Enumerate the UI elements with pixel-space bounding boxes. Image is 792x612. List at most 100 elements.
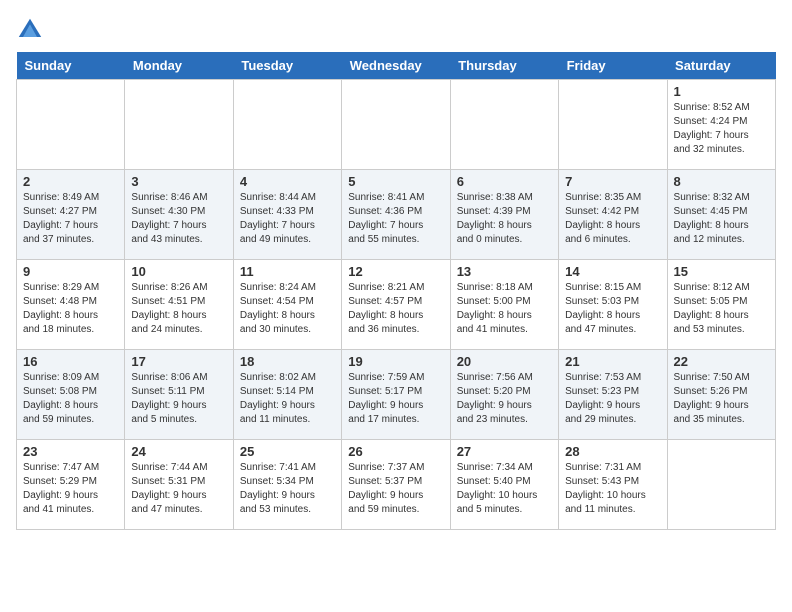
day-header-wednesday: Wednesday <box>342 52 450 80</box>
day-number: 14 <box>565 264 660 279</box>
day-header-thursday: Thursday <box>450 52 558 80</box>
calendar-cell <box>125 80 233 170</box>
day-number: 27 <box>457 444 552 459</box>
day-header-saturday: Saturday <box>667 52 775 80</box>
calendar-cell: 9 Sunrise: 8:29 AM Sunset: 4:48 PM Daylig… <box>17 260 125 350</box>
day-number: 2 <box>23 174 118 189</box>
day-number: 3 <box>131 174 226 189</box>
calendar-cell: 21Sunrise: 7:53 AM Sunset: 5:23 PM Dayli… <box>559 350 667 440</box>
calendar-cell: 20 Sunrise: 7:56 AM Sunset: 5:20 PM Dayli… <box>450 350 558 440</box>
day-header-sunday: Sunday <box>17 52 125 80</box>
day-info: Sunrise: 8:32 AM Sunset: 4:45 PM Dayligh… <box>674 191 769 247</box>
calendar-cell: 14Sunrise: 8:15 AM Sunset: 5:03 PM Dayli… <box>559 260 667 350</box>
day-number: 8 <box>674 174 769 189</box>
day-header-tuesday: Tuesday <box>233 52 341 80</box>
calendar-header-row: SundayMondayTuesdayWednesdayThursdayFrid… <box>17 52 776 80</box>
day-info: Sunrise: 7:56 AM Sunset: 5:20 PM Dayligh… <box>457 371 552 427</box>
day-number: 1 <box>674 84 769 99</box>
calendar-cell: 18 Sunrise: 8:02 AM Sunset: 5:14 PM Dayli… <box>233 350 341 440</box>
logo <box>16 16 48 44</box>
calendar-cell: 28 Sunrise: 7:31 AM Sunset: 5:43 PM Dayli… <box>559 440 667 530</box>
calendar-week-4: 16 Sunrise: 8:09 AM Sunset: 5:08 PM Dayli… <box>17 350 776 440</box>
calendar-cell: 5 Sunrise: 8:41 AM Sunset: 4:36 PM Daylig… <box>342 170 450 260</box>
day-info: Sunrise: 8:49 AM Sunset: 4:27 PM Dayligh… <box>23 191 118 247</box>
calendar-cell: 11 Sunrise: 8:24 AM Sunset: 4:54 PM Dayli… <box>233 260 341 350</box>
day-info: Sunrise: 7:53 AM Sunset: 5:23 PM Dayligh… <box>565 371 660 427</box>
day-number: 15 <box>674 264 769 279</box>
calendar-week-1: 1 Sunrise: 8:52 AM Sunset: 4:24 PM Daylig… <box>17 80 776 170</box>
day-info: Sunrise: 8:21 AM Sunset: 4:57 PM Dayligh… <box>348 281 443 337</box>
day-info: Sunrise: 8:06 AM Sunset: 5:11 PM Dayligh… <box>131 371 226 427</box>
day-info: Sunrise: 7:41 AM Sunset: 5:34 PM Dayligh… <box>240 461 335 517</box>
day-info: Sunrise: 8:41 AM Sunset: 4:36 PM Dayligh… <box>348 191 443 247</box>
calendar-cell: 13 Sunrise: 8:18 AM Sunset: 5:00 PM Dayli… <box>450 260 558 350</box>
calendar-cell: 17 Sunrise: 8:06 AM Sunset: 5:11 PM Dayli… <box>125 350 233 440</box>
day-header-monday: Monday <box>125 52 233 80</box>
day-number: 24 <box>131 444 226 459</box>
calendar-cell: 6 Sunrise: 8:38 AM Sunset: 4:39 PM Daylig… <box>450 170 558 260</box>
calendar-cell: 12 Sunrise: 8:21 AM Sunset: 4:57 PM Dayli… <box>342 260 450 350</box>
calendar-cell: 24 Sunrise: 7:44 AM Sunset: 5:31 PM Dayli… <box>125 440 233 530</box>
calendar-cell: 19Sunrise: 7:59 AM Sunset: 5:17 PM Dayli… <box>342 350 450 440</box>
calendar-cell <box>559 80 667 170</box>
day-info: Sunrise: 8:52 AM Sunset: 4:24 PM Dayligh… <box>674 101 769 157</box>
calendar-cell: 22Sunrise: 7:50 AM Sunset: 5:26 PM Dayli… <box>667 350 775 440</box>
calendar-week-5: 23 Sunrise: 7:47 AM Sunset: 5:29 PM Dayli… <box>17 440 776 530</box>
day-info: Sunrise: 8:29 AM Sunset: 4:48 PM Dayligh… <box>23 281 118 337</box>
day-info: Sunrise: 7:44 AM Sunset: 5:31 PM Dayligh… <box>131 461 226 517</box>
day-number: 28 <box>565 444 660 459</box>
day-info: Sunrise: 8:44 AM Sunset: 4:33 PM Dayligh… <box>240 191 335 247</box>
day-info: Sunrise: 7:59 AM Sunset: 5:17 PM Dayligh… <box>348 371 443 427</box>
calendar-week-2: 2 Sunrise: 8:49 AM Sunset: 4:27 PM Daylig… <box>17 170 776 260</box>
calendar-cell: 26Sunrise: 7:37 AM Sunset: 5:37 PM Dayli… <box>342 440 450 530</box>
day-number: 6 <box>457 174 552 189</box>
calendar-cell: 16 Sunrise: 8:09 AM Sunset: 5:08 PM Dayli… <box>17 350 125 440</box>
calendar-table: SundayMondayTuesdayWednesdayThursdayFrid… <box>16 52 776 530</box>
calendar-cell: 1 Sunrise: 8:52 AM Sunset: 4:24 PM Daylig… <box>667 80 775 170</box>
calendar-body: 1 Sunrise: 8:52 AM Sunset: 4:24 PM Daylig… <box>17 80 776 530</box>
day-info: Sunrise: 7:47 AM Sunset: 5:29 PM Dayligh… <box>23 461 118 517</box>
day-info: Sunrise: 8:46 AM Sunset: 4:30 PM Dayligh… <box>131 191 226 247</box>
calendar-header <box>16 16 776 44</box>
day-number: 13 <box>457 264 552 279</box>
calendar-cell: 3 Sunrise: 8:46 AM Sunset: 4:30 PM Daylig… <box>125 170 233 260</box>
calendar-cell <box>342 80 450 170</box>
day-info: Sunrise: 8:38 AM Sunset: 4:39 PM Dayligh… <box>457 191 552 247</box>
day-number: 10 <box>131 264 226 279</box>
calendar-cell: 8 Sunrise: 8:32 AM Sunset: 4:45 PM Daylig… <box>667 170 775 260</box>
day-info: Sunrise: 8:09 AM Sunset: 5:08 PM Dayligh… <box>23 371 118 427</box>
calendar-cell <box>233 80 341 170</box>
day-number: 16 <box>23 354 118 369</box>
day-number: 25 <box>240 444 335 459</box>
calendar-cell: 2 Sunrise: 8:49 AM Sunset: 4:27 PM Daylig… <box>17 170 125 260</box>
calendar-cell: 7Sunrise: 8:35 AM Sunset: 4:42 PM Daylig… <box>559 170 667 260</box>
day-number: 20 <box>457 354 552 369</box>
calendar-cell: 25 Sunrise: 7:41 AM Sunset: 5:34 PM Dayli… <box>233 440 341 530</box>
calendar-cell <box>667 440 775 530</box>
day-number: 11 <box>240 264 335 279</box>
day-info: Sunrise: 8:24 AM Sunset: 4:54 PM Dayligh… <box>240 281 335 337</box>
calendar-cell: 15Sunrise: 8:12 AM Sunset: 5:05 PM Dayli… <box>667 260 775 350</box>
day-info: Sunrise: 7:34 AM Sunset: 5:40 PM Dayligh… <box>457 461 552 517</box>
day-number: 18 <box>240 354 335 369</box>
calendar-cell: 23 Sunrise: 7:47 AM Sunset: 5:29 PM Dayli… <box>17 440 125 530</box>
calendar-cell: 10 Sunrise: 8:26 AM Sunset: 4:51 PM Dayli… <box>125 260 233 350</box>
day-number: 26 <box>348 444 443 459</box>
day-info: Sunrise: 8:18 AM Sunset: 5:00 PM Dayligh… <box>457 281 552 337</box>
calendar-cell: 4 Sunrise: 8:44 AM Sunset: 4:33 PM Daylig… <box>233 170 341 260</box>
day-number: 23 <box>23 444 118 459</box>
day-info: Sunrise: 8:35 AM Sunset: 4:42 PM Dayligh… <box>565 191 660 247</box>
day-number: 4 <box>240 174 335 189</box>
calendar-cell: 27 Sunrise: 7:34 AM Sunset: 5:40 PM Dayli… <box>450 440 558 530</box>
day-info: Sunrise: 7:50 AM Sunset: 5:26 PM Dayligh… <box>674 371 769 427</box>
day-number: 17 <box>131 354 226 369</box>
day-info: Sunrise: 7:31 AM Sunset: 5:43 PM Dayligh… <box>565 461 660 517</box>
day-number: 5 <box>348 174 443 189</box>
day-info: Sunrise: 8:26 AM Sunset: 4:51 PM Dayligh… <box>131 281 226 337</box>
calendar-cell <box>450 80 558 170</box>
calendar-cell <box>17 80 125 170</box>
day-number: 12 <box>348 264 443 279</box>
day-info: Sunrise: 8:02 AM Sunset: 5:14 PM Dayligh… <box>240 371 335 427</box>
day-number: 9 <box>23 264 118 279</box>
days-header: SundayMondayTuesdayWednesdayThursdayFrid… <box>17 52 776 80</box>
